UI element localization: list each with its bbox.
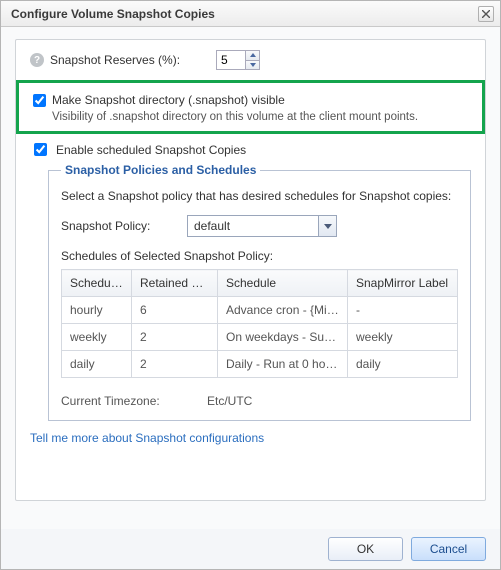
timezone-label: Current Timezone: [61,394,201,408]
cell: Daily - Run at 0 hour 1... [218,351,348,378]
visible-label: Make Snapshot directory (.snapshot) visi… [52,93,418,107]
reserves-row: ? Snapshot Reserves (%): [30,50,471,70]
timezone-row: Current Timezone: Etc/UTC [61,394,458,408]
visible-highlight: Make Snapshot directory (.snapshot) visi… [16,80,485,134]
reserves-spinner[interactable] [216,50,260,70]
cell: 6 [132,297,218,324]
more-info-link[interactable]: Tell me more about Snapshot configuratio… [30,431,471,445]
enable-scheduled-checkbox[interactable] [34,143,47,156]
close-button[interactable] [478,6,494,22]
col-mirror[interactable]: SnapMirror Label [348,270,458,297]
visible-subtext: Visibility of .snapshot directory on thi… [52,111,418,123]
policies-legend: Snapshot Policies and Schedules [61,163,260,177]
close-icon [482,10,490,18]
table-row[interactable]: daily 2 Daily - Run at 0 hour 1... daily [62,351,458,378]
policy-select-row: Snapshot Policy: default [61,215,458,237]
cell: 2 [132,324,218,351]
policy-label: Snapshot Policy: [61,219,181,233]
schedules-table: Schedule... Retained Sn... Schedule Snap… [61,269,458,378]
dialog-window: Configure Volume Snapshot Copies ? Snaps… [0,0,501,570]
main-panel: ? Snapshot Reserves (%): Make Snapshot d… [15,39,486,501]
titlebar: Configure Volume Snapshot Copies [1,1,500,27]
cancel-button[interactable]: Cancel [411,537,486,561]
reserves-label: Snapshot Reserves (%): [50,53,210,67]
col-schedule-name[interactable]: Schedule [218,270,348,297]
dialog-body: ? Snapshot Reserves (%): Make Snapshot d… [1,27,500,529]
timezone-value: Etc/UTC [207,394,252,408]
cell: hourly [62,297,132,324]
dialog-footer: OK Cancel [1,529,500,569]
cell: daily [348,351,458,378]
cell: On weekdays - Sunda... [218,324,348,351]
policy-dropdown[interactable]: default [187,215,337,237]
cell: 2 [132,351,218,378]
col-retained[interactable]: Retained Sn... [132,270,218,297]
reserves-input[interactable] [217,51,245,69]
cell: daily [62,351,132,378]
cell: - [348,297,458,324]
spinner-down[interactable] [246,60,259,70]
spinner-up[interactable] [246,51,259,60]
ok-button[interactable]: OK [328,537,403,561]
schedules-label: Schedules of Selected Snapshot Policy: [61,249,458,263]
enable-scheduled-row: Enable scheduled Snapshot Copies [30,140,471,159]
col-schedule[interactable]: Schedule... [62,270,132,297]
policies-desc: Select a Snapshot policy that has desire… [61,189,458,203]
cell: Advance cron - {Minu... [218,297,348,324]
dialog-title: Configure Volume Snapshot Copies [11,7,478,21]
table-row[interactable]: weekly 2 On weekdays - Sunda... weekly [62,324,458,351]
enable-scheduled-label: Enable scheduled Snapshot Copies [56,143,246,157]
cell: weekly [348,324,458,351]
policy-value: default [188,219,318,233]
chevron-down-icon[interactable] [318,216,336,236]
visible-checkbox[interactable] [33,94,46,107]
visible-check-row: Make Snapshot directory (.snapshot) visi… [33,93,468,123]
table-row[interactable]: hourly 6 Advance cron - {Minu... - [62,297,458,324]
table-header-row: Schedule... Retained Sn... Schedule Snap… [62,270,458,297]
policies-fieldset: Snapshot Policies and Schedules Select a… [48,163,471,421]
cell: weekly [62,324,132,351]
help-icon[interactable]: ? [30,53,44,67]
